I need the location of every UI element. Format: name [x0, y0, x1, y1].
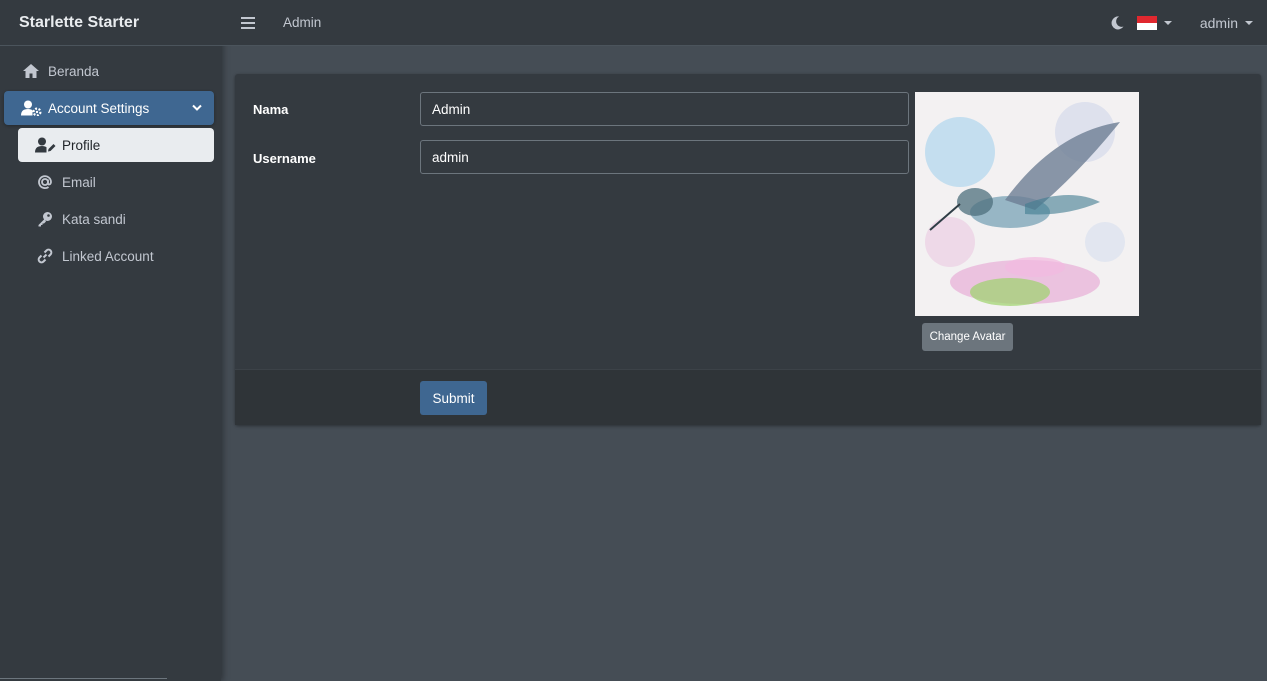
language-dropdown[interactable]: [1136, 15, 1172, 30]
sidebar-item-label: Beranda: [48, 63, 100, 79]
sidebar-item-linked-account[interactable]: Linked Account: [18, 239, 214, 273]
sidebar-item-label: Account Settings: [48, 100, 150, 116]
sidebar-scrollbar[interactable]: [0, 678, 167, 679]
chevron-down-icon: [192, 100, 202, 115]
caret-down-icon: [1163, 20, 1172, 25]
user-cog-icon: [20, 99, 42, 117]
indonesia-flag-icon: [1136, 15, 1157, 30]
top-navbar: Admin admin: [221, 0, 1267, 46]
home-icon: [20, 62, 42, 80]
user-edit-icon: [34, 136, 56, 154]
sidebar-item-beranda[interactable]: Beranda: [4, 54, 214, 88]
account-settings-submenu: Profile Email Kata sandi Linked Account: [4, 128, 214, 273]
change-avatar-button[interactable]: Change Avatar: [922, 323, 1013, 351]
user-dropdown[interactable]: admin: [1200, 15, 1253, 31]
sidebar-item-account-settings[interactable]: Account Settings: [4, 91, 214, 125]
menu-toggle-icon[interactable]: [241, 16, 255, 29]
sidebar-item-label: Linked Account: [62, 248, 154, 264]
sidebar-item-kata-sandi[interactable]: Kata sandi: [18, 202, 214, 236]
page-title[interactable]: Admin: [283, 15, 321, 30]
name-field[interactable]: [420, 92, 909, 126]
sidebar-nav: Beranda Account Settings Profile Email K…: [0, 46, 221, 273]
username-label: Username: [253, 151, 316, 166]
sidebar-item-label: Profile: [62, 137, 101, 153]
username-field[interactable]: [420, 140, 909, 174]
sidebar: Starlette Starter Beranda Account Settin…: [0, 0, 221, 681]
card-footer: Submit: [235, 369, 1261, 425]
user-name: admin: [1199, 14, 1238, 31]
dark-mode-toggle-icon[interactable]: [1109, 15, 1125, 31]
sidebar-item-label: Email: [62, 174, 96, 190]
sidebar-item-profile[interactable]: Profile: [18, 128, 214, 162]
submit-button[interactable]: Submit: [420, 381, 487, 415]
sidebar-item-label: Kata sandi: [62, 211, 126, 227]
caret-down-icon: [1245, 20, 1253, 25]
name-label: Nama: [253, 102, 289, 117]
key-icon: [34, 210, 56, 228]
at-icon: [34, 173, 56, 191]
avatar: [915, 92, 1139, 316]
profile-card: Nama Username Change Avatar Submit: [235, 74, 1261, 425]
sidebar-item-email[interactable]: Email: [18, 165, 214, 199]
navbar-right: admin: [1109, 0, 1267, 45]
link-icon: [34, 247, 56, 265]
brand-title[interactable]: Starlette Starter: [0, 0, 221, 46]
